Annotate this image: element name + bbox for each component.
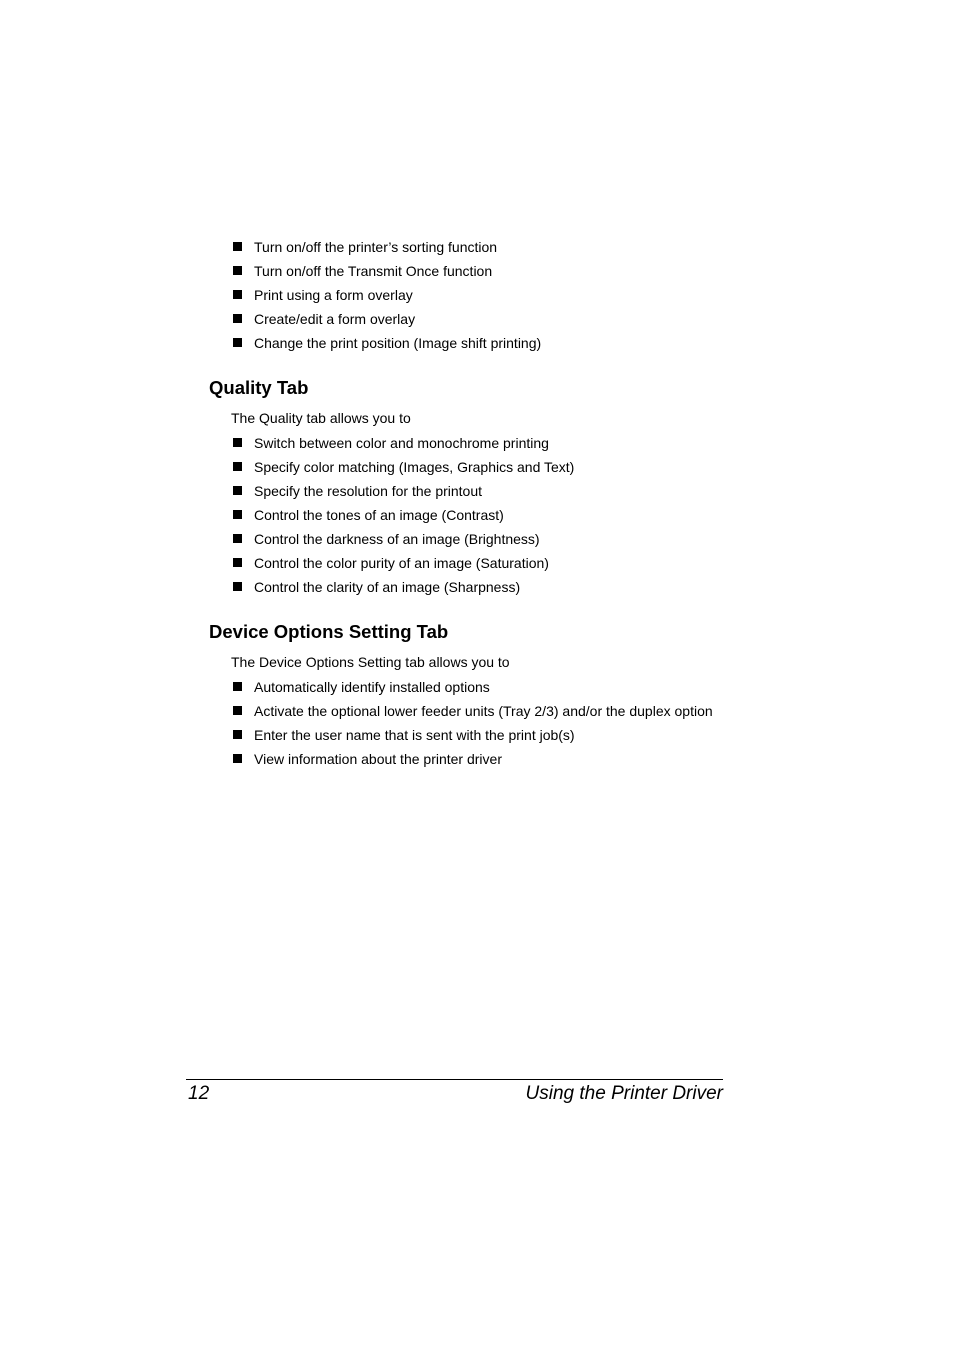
device-options-intro: The Device Options Setting tab allows yo… [231, 654, 510, 670]
footer-divider [186, 1079, 723, 1080]
device-options-heading: Device Options Setting Tab [209, 621, 449, 642]
list-item: Automatically identify installed options [232, 675, 713, 699]
list-item: Change the print position (Image shift p… [232, 331, 541, 355]
square-bullet-icon [233, 582, 242, 591]
device-options-list: Automatically identify installed options… [232, 675, 713, 771]
list-item: Specify the resolution for the printout [232, 479, 574, 503]
list-item: Control the clarity of an image (Sharpne… [232, 575, 574, 599]
list-item-text: Control the darkness of an image (Bright… [254, 531, 540, 547]
square-bullet-icon [233, 754, 242, 763]
list-item: Print using a form overlay [232, 283, 541, 307]
list-item-text: View information about the printer drive… [254, 751, 502, 767]
list-item-text: Change the print position (Image shift p… [254, 335, 542, 351]
list-item-text: Control the tones of an image (Contrast) [254, 507, 504, 523]
list-item-text: Print using a form overlay [254, 287, 413, 303]
list-item-text: Switch between color and monochrome prin… [254, 435, 549, 451]
square-bullet-icon [233, 290, 242, 299]
list-item: Activate the optional lower feeder units… [232, 699, 713, 723]
list-item-text: Specify the resolution for the printout [254, 483, 483, 499]
list-item-text: Turn on/off the printer’s sorting functi… [254, 239, 498, 255]
list-item: Enter the user name that is sent with th… [232, 723, 713, 747]
list-item: Turn on/off the Transmit Once function [232, 259, 541, 283]
list-item: Control the tones of an image (Contrast) [232, 503, 574, 527]
square-bullet-icon [233, 534, 242, 543]
square-bullet-icon [233, 438, 242, 447]
list-item-text: Create/edit a form overlay [254, 311, 416, 327]
page-number: 12 [188, 1083, 210, 1104]
square-bullet-icon [233, 510, 242, 519]
list-item: Specify color matching (Images, Graphics… [232, 455, 574, 479]
square-bullet-icon [233, 558, 242, 567]
list-item: Control the color purity of an image (Sa… [232, 551, 574, 575]
list-item: Switch between color and monochrome prin… [232, 431, 574, 455]
quality-tab-heading: Quality Tab [209, 377, 309, 398]
square-bullet-icon [233, 462, 242, 471]
square-bullet-icon [233, 338, 242, 347]
list-item-text: Automatically identify installed options [254, 679, 490, 695]
list-item: Turn on/off the printer’s sorting functi… [232, 235, 541, 259]
square-bullet-icon [233, 730, 242, 739]
quality-tab-intro: The Quality tab allows you to [231, 410, 411, 426]
list-item-text: Enter the user name that is sent with th… [254, 727, 575, 743]
list-item-text: Control the color purity of an image (Sa… [254, 555, 549, 571]
list-item-text: Activate the optional lower feeder units… [254, 703, 713, 719]
list-item: Control the darkness of an image (Bright… [232, 527, 574, 551]
feature-list-top: Turn on/off the printer’s sorting functi… [232, 235, 541, 355]
list-item: Create/edit a form overlay [232, 307, 541, 331]
quality-tab-list: Switch between color and monochrome prin… [232, 431, 574, 599]
square-bullet-icon [233, 706, 242, 715]
square-bullet-icon [233, 682, 242, 691]
list-item-text: Turn on/off the Transmit Once function [254, 263, 493, 279]
list-item-text: Specify color matching (Images, Graphics… [254, 459, 575, 475]
list-item: View information about the printer drive… [232, 747, 713, 771]
square-bullet-icon [233, 314, 242, 323]
square-bullet-icon [233, 486, 242, 495]
square-bullet-icon [233, 242, 242, 251]
list-item-text: Control the clarity of an image (Sharpne… [254, 579, 521, 595]
square-bullet-icon [233, 266, 242, 275]
chapter-title: Using the Printer Driver [525, 1083, 723, 1104]
